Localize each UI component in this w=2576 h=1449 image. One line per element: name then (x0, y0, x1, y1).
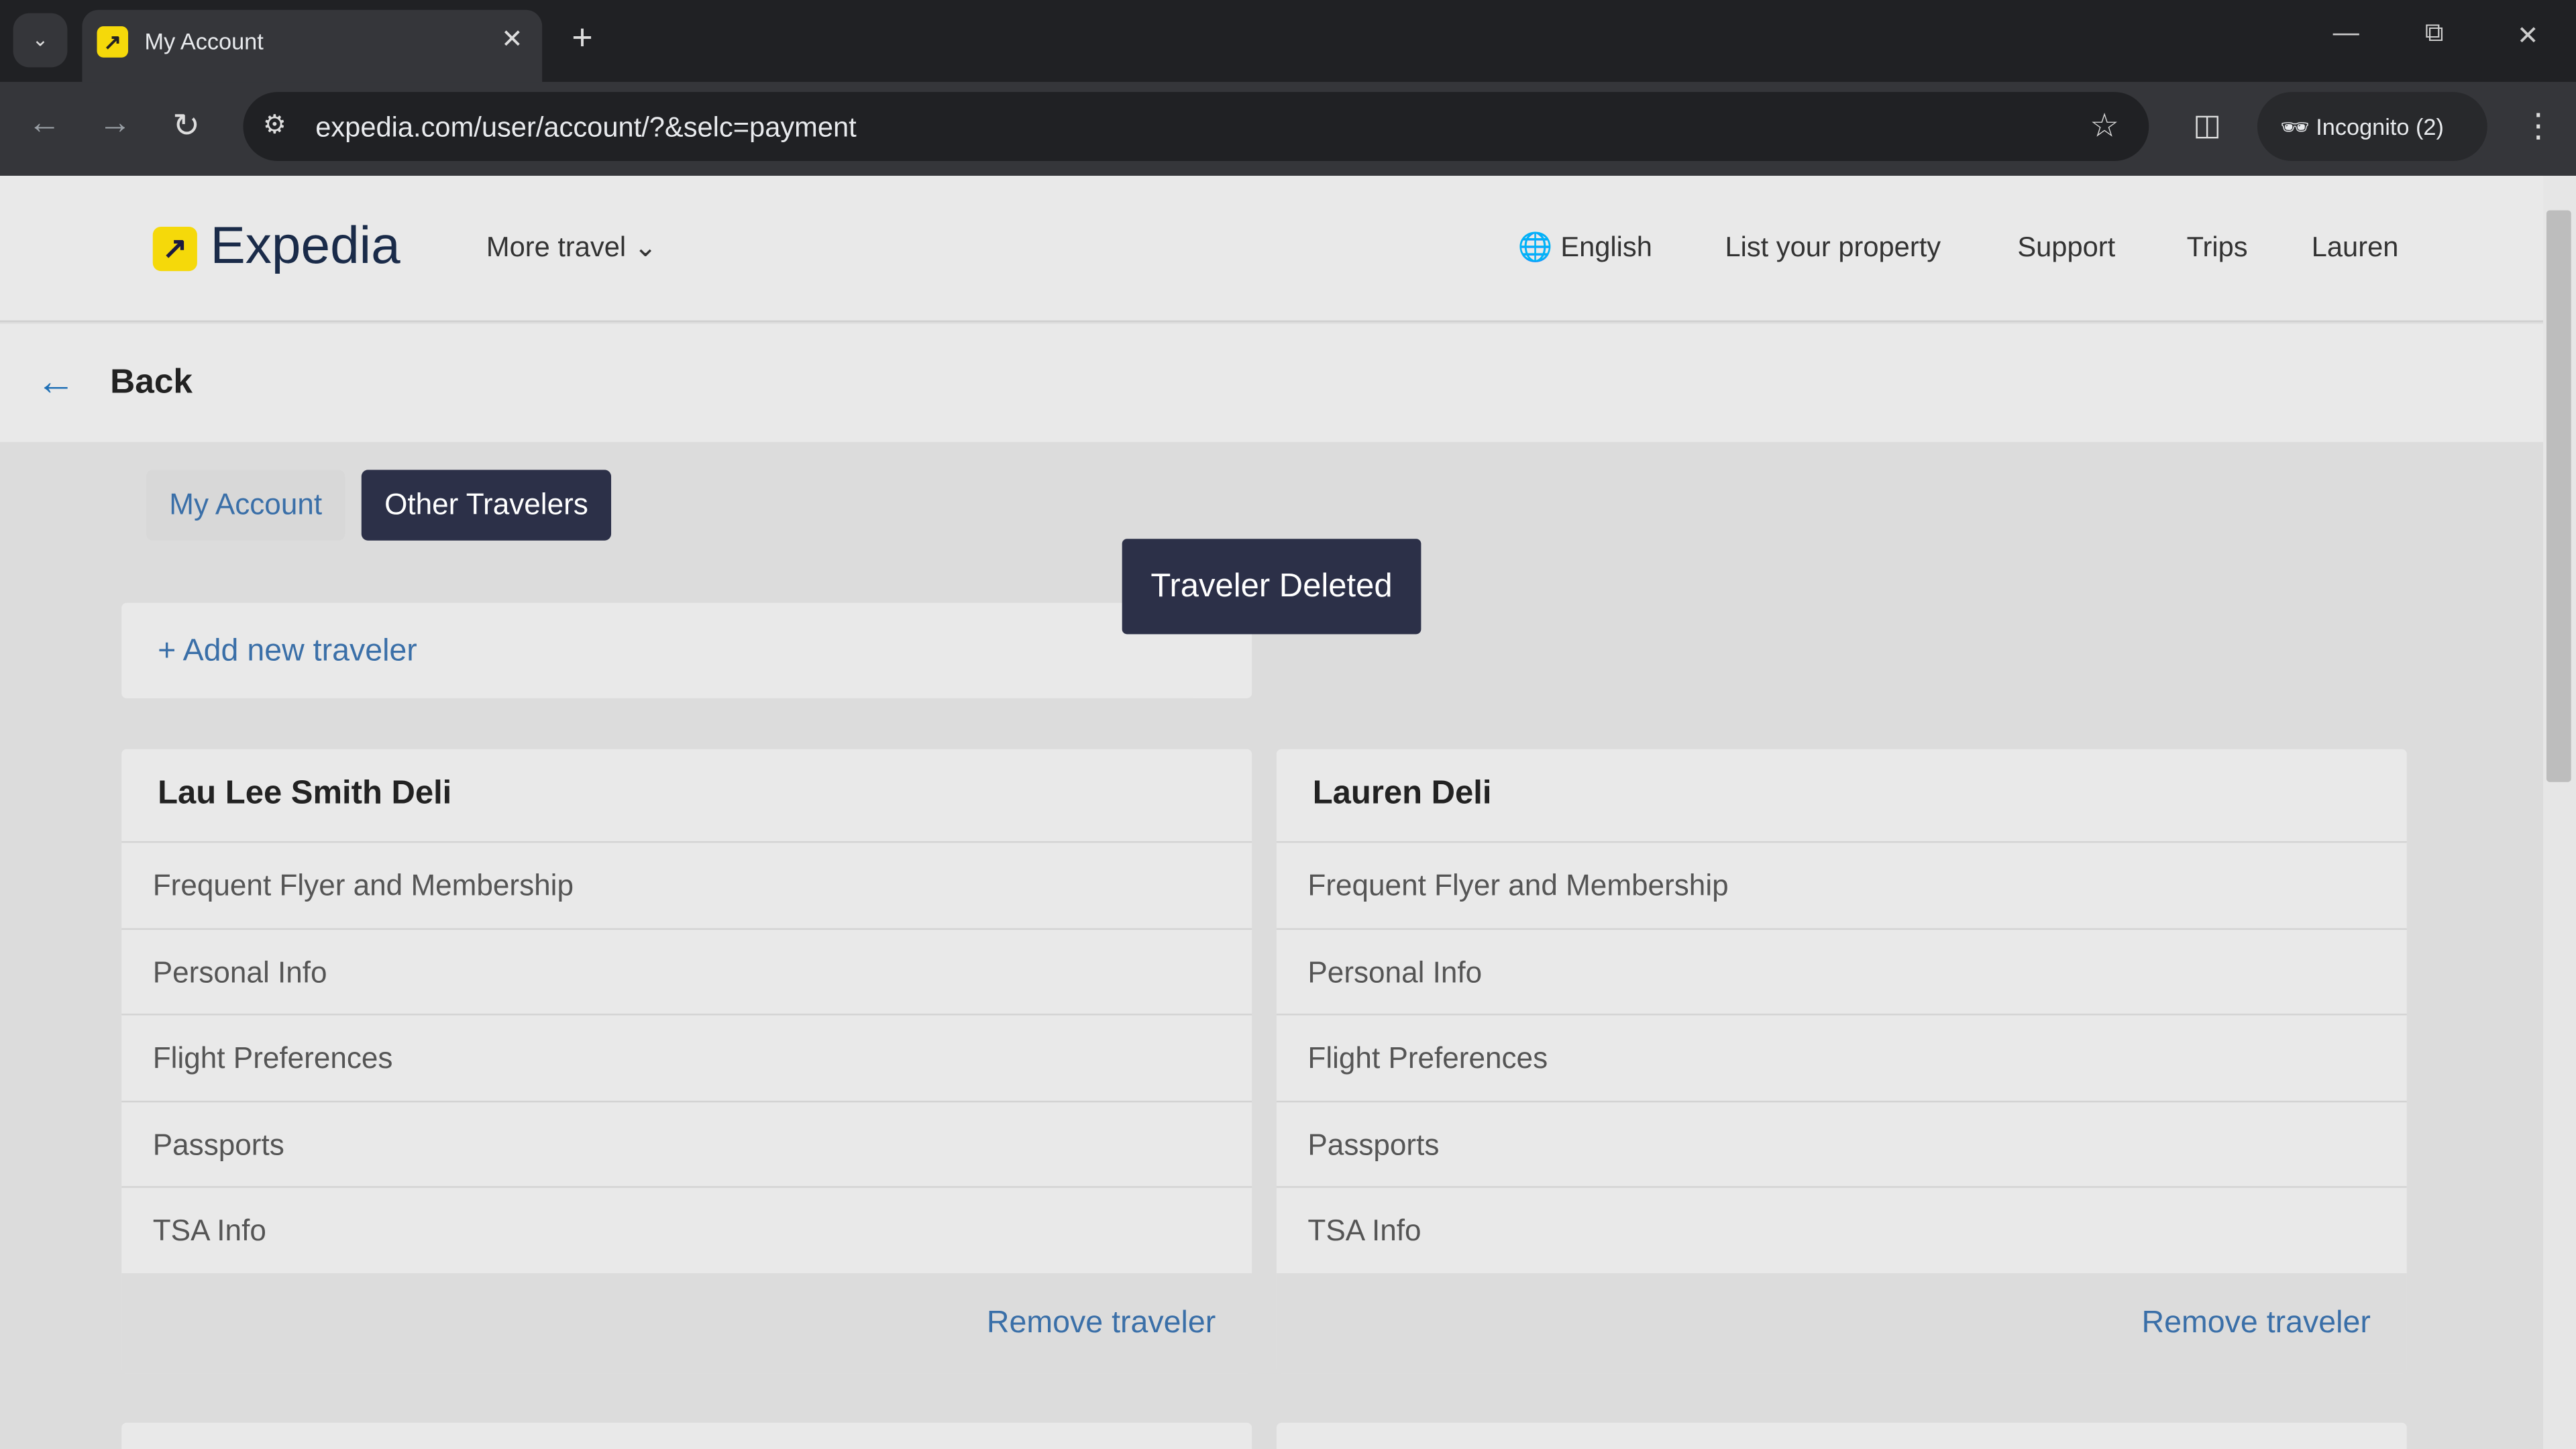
tab-search-button[interactable]: ⌄ (13, 13, 68, 68)
scrollbar-thumb[interactable] (2546, 210, 2571, 782)
tab-title: My Account (144, 28, 264, 54)
traveler-section-link[interactable]: Flight Preferences (1276, 1014, 2407, 1101)
traveler-card: Lau Lee Smith Deli Frequent Flyer and Me… (121, 749, 1252, 1374)
traveler-section-link[interactable]: Frequent Flyer and Membership (1276, 841, 2407, 928)
traveler-section-link[interactable]: TSA Info (1276, 1186, 2407, 1273)
back-nav-icon[interactable]: ← (28, 105, 61, 143)
expedia-logo[interactable]: Expedia (210, 215, 400, 276)
browser-toolbar: ← → ↻ ⚙ expedia.com/user/account/?&selc=… (0, 82, 2576, 176)
expedia-favicon-icon: ↗ (97, 26, 129, 58)
more-travel-label: More travel (486, 231, 627, 263)
remove-traveler-link[interactable]: Remove traveler (2142, 1306, 2371, 1342)
url-text: expedia.com/user/account/?&selc=payment (315, 111, 857, 144)
browser-tab-strip: ⌄ ↗ My Account ✕ + — ⧉ ✕ (0, 0, 2576, 83)
browser-tab[interactable]: ↗ My Account ✕ (82, 9, 543, 83)
globe-icon: 🌐 (1517, 231, 1553, 263)
back-bar: ← Back (0, 323, 2544, 442)
account-menu[interactable]: Lauren (2312, 231, 2399, 264)
traveler-name: Lau Lee Smith Deli (158, 775, 452, 812)
traveler-card-partial (121, 1422, 1252, 1449)
add-new-traveler-link[interactable]: + Add new traveler (158, 634, 417, 670)
new-tab-icon[interactable]: + (572, 16, 592, 59)
traveler-section-link[interactable]: Personal Info (1276, 928, 2407, 1016)
traveler-card-partial (1276, 1422, 2407, 1449)
tab-my-account[interactable]: My Account (146, 470, 345, 541)
minimize-icon[interactable]: — (2333, 19, 2359, 49)
bookmark-star-icon[interactable]: ☆ (2090, 105, 2119, 146)
site-header: ↗ Expedia More travel ⌄ 🌐 English List y… (0, 176, 2544, 323)
traveler-section-link[interactable]: Passports (121, 1100, 1252, 1188)
menu-kebab-icon[interactable]: ⋮ (2522, 105, 2555, 146)
incognito-icon: 🕶 (2280, 113, 2310, 140)
remove-traveler-link[interactable]: Remove traveler (987, 1306, 1216, 1342)
forward-nav-icon[interactable]: → (99, 105, 131, 143)
address-bar[interactable]: ⚙ expedia.com/user/account/?&selc=paymen… (243, 92, 2149, 162)
side-panel-icon[interactable]: ◫ (2193, 109, 2221, 143)
support-link[interactable]: Support (2017, 231, 2115, 264)
traveler-section-link[interactable]: TSA Info (121, 1186, 1252, 1273)
reload-icon[interactable]: ↻ (172, 105, 200, 146)
card-footer: Remove traveler (1276, 1273, 2407, 1374)
close-tab-icon[interactable]: ✕ (501, 23, 523, 56)
toast-notification: Traveler Deleted (1122, 539, 1421, 635)
incognito-label: Incognito (2) (2316, 113, 2444, 140)
expedia-logo-icon[interactable]: ↗ (152, 226, 197, 272)
traveler-section-link[interactable]: Passports (1276, 1100, 2407, 1188)
restore-icon[interactable]: ⧉ (2425, 19, 2444, 49)
list-property-link[interactable]: List your property (1725, 231, 1941, 264)
add-traveler-card: + Add new traveler (121, 602, 1252, 698)
back-arrow-icon[interactable]: ← (36, 360, 76, 406)
traveler-name: Lauren Deli (1312, 775, 1492, 812)
traveler-section-link[interactable]: Personal Info (121, 928, 1252, 1016)
card-footer: Remove traveler (121, 1273, 1252, 1374)
tab-other-travelers[interactable]: Other Travelers (361, 470, 612, 541)
back-link[interactable]: Back (110, 363, 193, 402)
chevron-down-icon: ⌄ (633, 231, 657, 263)
traveler-section-link[interactable]: Flight Preferences (121, 1014, 1252, 1101)
trips-link[interactable]: Trips (2187, 231, 2248, 264)
language-selector[interactable]: 🌐 English (1518, 231, 1652, 264)
more-travel-menu[interactable]: More travel ⌄ (486, 231, 657, 264)
traveler-section-link[interactable]: Frequent Flyer and Membership (121, 841, 1252, 928)
incognito-badge[interactable]: 🕶 Incognito (2) (2257, 92, 2487, 162)
traveler-card: Lauren Deli Frequent Flyer and Membershi… (1276, 749, 2407, 1374)
close-window-icon[interactable]: ✕ (2517, 19, 2539, 52)
site-settings-icon[interactable]: ⚙ (263, 109, 286, 142)
language-label: English (1560, 231, 1652, 263)
